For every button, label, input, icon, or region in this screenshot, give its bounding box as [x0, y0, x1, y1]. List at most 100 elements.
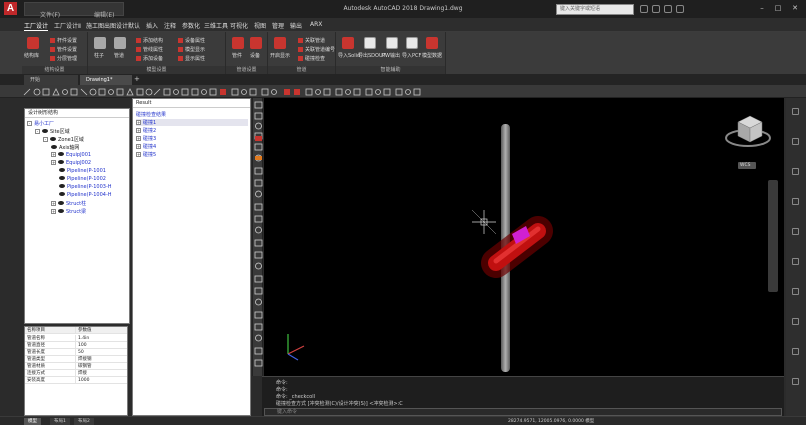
result-panel: Result 碰撞检查结果 + 碰撞1 + 碰撞2 + 碰撞3 + 碰撞4 + 碰撞5 — [132, 98, 251, 416]
tree-node-site[interactable]: - Site区域 — [35, 128, 70, 135]
layer-manager-item[interactable]: 分层管理 — [50, 55, 77, 62]
associate-pipe-number-item[interactable]: 关联管道编号 — [298, 46, 335, 53]
tree-node-pipeline-3[interactable]: Pipeline(P-1003-H — [59, 184, 112, 190]
result-item-4[interactable]: + 碰撞4 — [136, 143, 156, 150]
member-settings-item[interactable]: 杆件设置 — [50, 37, 77, 44]
result-item-1[interactable]: + 碰撞1 — [136, 119, 248, 126]
import-solid-label: 导入Solid — [338, 53, 361, 59]
enable-display-icon[interactable] — [274, 37, 286, 49]
equipment-properties-item[interactable]: 设备属性 — [178, 37, 205, 44]
table-row[interactable]: 管道类型 焊接钢 — [25, 356, 127, 363]
sign-in-icon[interactable] — [652, 5, 660, 13]
table-row[interactable]: 安装高度 1000 — [25, 377, 127, 384]
table-row[interactable]: 管道材质 碳钢管 — [25, 363, 127, 370]
orbit-icon[interactable] — [792, 168, 799, 175]
tree-node-equip-1[interactable]: + EquipJ001 — [51, 152, 91, 158]
exchange-icon[interactable] — [664, 5, 672, 13]
structure-library-label: 结构库 — [24, 53, 40, 59]
help-icon[interactable] — [676, 5, 684, 13]
zoom-icon[interactable] — [792, 138, 799, 145]
tab-arx[interactable]: ARX — [310, 21, 322, 28]
table-row[interactable]: 管道直径 100 — [25, 342, 127, 349]
tree-node-struct-column[interactable]: + Struct柱 — [51, 200, 86, 207]
properties-header: 名称项目 参数值 — [25, 327, 127, 334]
structure-library-icon[interactable] — [27, 37, 39, 49]
fitting-settings-item[interactable]: 管件设置 — [50, 46, 77, 53]
minimize-button[interactable]: – — [756, 3, 768, 14]
table-row[interactable]: 管道长度 50 — [25, 349, 127, 356]
tool-icon[interactable] — [792, 288, 799, 295]
new-tab-button[interactable]: + — [134, 75, 140, 83]
command-input[interactable]: 键入命令 — [264, 408, 782, 416]
tab-plant-design-2[interactable]: 工厂设计Ⅱ — [54, 21, 81, 30]
wcs-label[interactable]: WCS — [740, 162, 750, 169]
tab-layout1[interactable]: 布局1 — [50, 418, 70, 425]
tree-node-axis[interactable]: Axis轴网 — [51, 144, 79, 151]
fitting-icon[interactable] — [232, 37, 244, 49]
column-icon[interactable] — [94, 37, 106, 49]
tree-node-zone1[interactable]: - Zone1区域 — [43, 136, 84, 143]
tab-parametric[interactable]: 参数化 — [182, 21, 200, 30]
help-center-icon[interactable] — [640, 5, 648, 13]
tab-annotate[interactable]: 注释 — [164, 21, 176, 30]
tree-node-equip-2[interactable]: + EquipJ002 — [51, 160, 91, 166]
tab-insert[interactable]: 插入 — [146, 21, 158, 30]
model-data-icon[interactable] — [426, 37, 438, 49]
tool-icon[interactable] — [792, 378, 799, 385]
showmotion-icon[interactable] — [792, 198, 799, 205]
tool-icon[interactable] — [792, 258, 799, 265]
tab-construction[interactable]: 施工图出图设计 — [86, 21, 128, 30]
search-input[interactable]: 键入关键字或短语 — [556, 4, 634, 15]
associate-pipe-item[interactable]: 关联管道 — [298, 37, 325, 44]
tab-visualize[interactable]: 可视化 — [230, 21, 248, 30]
tool-icon[interactable] — [792, 228, 799, 235]
tree-node-pipeline-1[interactable]: Pipeline(P-1001 — [59, 168, 106, 174]
ribbon-group-label: 智能辅助 — [336, 66, 445, 74]
tab-plant-design[interactable]: 工厂设计 — [24, 21, 49, 31]
result-item-2[interactable]: + 碰撞2 — [136, 127, 156, 134]
ribbon-panel: 结构库 杆件设置 管件设置 分层管理 结构设置 柱子 管道 添加结构 管线属性 … — [0, 32, 806, 74]
tab-3d-tools[interactable]: 三维工具 — [204, 21, 228, 30]
tree-node-pipeline-4[interactable]: Pipeline(P-1004-H — [59, 192, 112, 198]
tab-start[interactable]: 开始 — [24, 75, 78, 85]
tab-output[interactable]: 输出 — [290, 21, 302, 30]
enable-display-label: 开启显示 — [270, 53, 291, 59]
tab-manage[interactable]: 管理 — [272, 21, 284, 30]
display-properties-item[interactable]: 显示属性 — [178, 55, 205, 62]
navigation-bar[interactable] — [768, 180, 778, 292]
export-sdout-icon[interactable] — [364, 37, 376, 49]
quick-toolbar — [0, 85, 806, 98]
result-item-3[interactable]: + 碰撞3 — [136, 135, 156, 142]
add-equipment-item[interactable]: 添加设备 — [136, 55, 163, 62]
result-header[interactable]: 碰撞检查结果 — [136, 111, 166, 118]
tree-node-struct-beam[interactable]: + Struct梁 — [51, 208, 86, 215]
tab-layout2[interactable]: 布局2 — [74, 418, 94, 425]
import-pcf-icon[interactable] — [406, 37, 418, 49]
collision-check-item[interactable]: 碰撞检查 — [298, 55, 325, 62]
add-structure-item[interactable]: 添加结构 — [136, 37, 163, 44]
table-row[interactable]: 管道名称 1.4in — [25, 335, 127, 342]
maximize-button[interactable]: □ — [772, 3, 784, 14]
pan-icon[interactable] — [792, 108, 799, 115]
equipment-icon[interactable] — [250, 37, 262, 49]
result-item-5[interactable]: + 碰撞5 — [136, 151, 156, 158]
ribbon-group-model: 柱子 管道 添加结构 管线属性 添加设备 设备属性 模型显示 显示属性 模型设置 — [88, 32, 226, 74]
tab-model[interactable]: 模型 — [24, 418, 41, 425]
tab-default[interactable]: 默认 — [128, 21, 140, 30]
pw-output-icon[interactable] — [386, 37, 398, 49]
tree-node-root[interactable]: - 易小工厂 — [27, 120, 54, 127]
import-solid-icon[interactable] — [342, 37, 354, 49]
tab-drawing1[interactable]: Drawing1* — [80, 75, 132, 85]
tree-node-pipeline-2[interactable]: Pipeline(P-1002 — [59, 176, 106, 182]
pipe-icon[interactable] — [114, 37, 126, 49]
tool-icon[interactable] — [792, 318, 799, 325]
drawing-viewport[interactable]: WCS — [264, 98, 784, 376]
model-display-item[interactable]: 模型显示 — [178, 46, 205, 53]
close-button[interactable]: ✕ — [789, 3, 801, 14]
pipe-properties-item[interactable]: 管线属性 — [136, 46, 163, 53]
palette-icons[interactable] — [253, 98, 264, 376]
table-row[interactable]: 连接方式 焊接 — [25, 370, 127, 377]
tool-icon[interactable] — [792, 348, 799, 355]
toolbar-icons[interactable] — [0, 85, 806, 98]
tab-view[interactable]: 视图 — [254, 21, 266, 30]
